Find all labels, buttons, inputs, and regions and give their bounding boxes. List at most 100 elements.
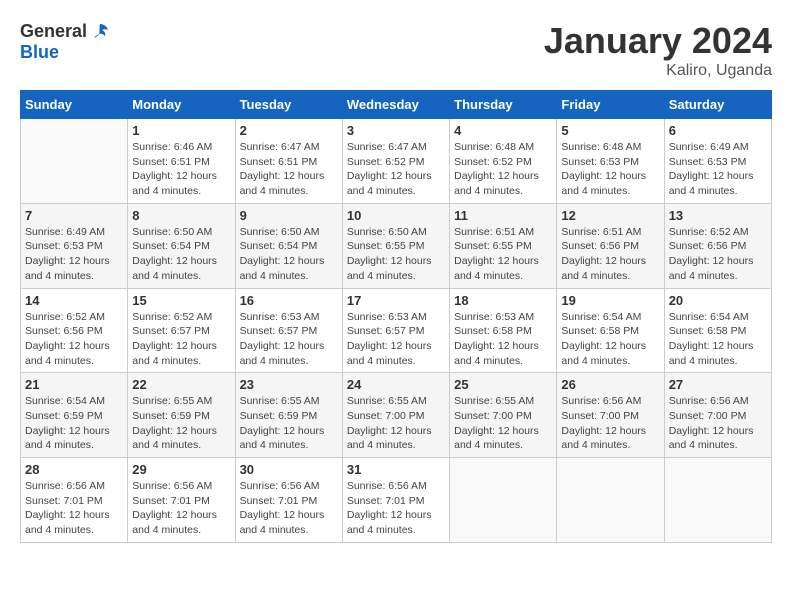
day-info: Sunrise: 6:52 AM Sunset: 6:57 PM Dayligh… bbox=[132, 310, 230, 369]
day-number: 11 bbox=[454, 208, 552, 223]
day-cell: 8Sunrise: 6:50 AM Sunset: 6:54 PM Daylig… bbox=[128, 203, 235, 288]
day-cell: 24Sunrise: 6:55 AM Sunset: 7:00 PM Dayli… bbox=[342, 373, 449, 458]
day-info: Sunrise: 6:47 AM Sunset: 6:51 PM Dayligh… bbox=[240, 140, 338, 199]
col-sunday: Sunday bbox=[21, 91, 128, 119]
day-info: Sunrise: 6:50 AM Sunset: 6:54 PM Dayligh… bbox=[240, 225, 338, 284]
day-info: Sunrise: 6:56 AM Sunset: 7:00 PM Dayligh… bbox=[561, 394, 659, 453]
logo-general: General bbox=[20, 21, 87, 42]
day-info: Sunrise: 6:54 AM Sunset: 6:58 PM Dayligh… bbox=[669, 310, 767, 369]
calendar-subtitle: Kaliro, Uganda bbox=[544, 62, 772, 80]
col-wednesday: Wednesday bbox=[342, 91, 449, 119]
day-cell: 28Sunrise: 6:56 AM Sunset: 7:01 PM Dayli… bbox=[21, 458, 128, 543]
day-cell: 2 Sunrise: 6:47 AM Sunset: 6:51 PM Daylig… bbox=[235, 119, 342, 204]
day-info: Sunrise: 6:56 AM Sunset: 7:01 PM Dayligh… bbox=[240, 479, 338, 538]
col-thursday: Thursday bbox=[450, 91, 557, 119]
day-cell: 25Sunrise: 6:55 AM Sunset: 7:00 PM Dayli… bbox=[450, 373, 557, 458]
day-cell: 14Sunrise: 6:52 AM Sunset: 6:56 PM Dayli… bbox=[21, 288, 128, 373]
day-number: 29 bbox=[132, 462, 230, 477]
day-number: 18 bbox=[454, 293, 552, 308]
day-number: 19 bbox=[561, 293, 659, 308]
day-cell: 11 Sunrise: 6:51 AM Sunset: 6:55 PM Dayli… bbox=[450, 203, 557, 288]
week-row-1: 1 Sunrise: 6:46 AM Sunset: 6:51 PM Daylig… bbox=[21, 119, 772, 204]
day-number: 14 bbox=[25, 293, 123, 308]
day-cell bbox=[557, 458, 664, 543]
day-info: Sunrise: 6:46 AM Sunset: 6:51 PM Dayligh… bbox=[132, 140, 230, 199]
day-number: 21 bbox=[25, 377, 123, 392]
day-number: 12 bbox=[561, 208, 659, 223]
day-cell: 31Sunrise: 6:56 AM Sunset: 7:01 PM Dayli… bbox=[342, 458, 449, 543]
day-info: Sunrise: 6:55 AM Sunset: 6:59 PM Dayligh… bbox=[132, 394, 230, 453]
day-number: 27 bbox=[669, 377, 767, 392]
day-cell: 18 Sunrise: 6:53 AM Sunset: 6:58 PM Dayli… bbox=[450, 288, 557, 373]
day-info: Sunrise: 6:55 AM Sunset: 6:59 PM Dayligh… bbox=[240, 394, 338, 453]
calendar-title: January 2024 bbox=[544, 20, 772, 62]
day-cell: 23 Sunrise: 6:55 AM Sunset: 6:59 PM Dayli… bbox=[235, 373, 342, 458]
day-cell: 26 Sunrise: 6:56 AM Sunset: 7:00 PM Dayli… bbox=[557, 373, 664, 458]
day-info: Sunrise: 6:53 AM Sunset: 6:58 PM Dayligh… bbox=[454, 310, 552, 369]
header-row: Sunday Monday Tuesday Wednesday Thursday… bbox=[21, 91, 772, 119]
day-number: 6 bbox=[669, 123, 767, 138]
day-cell: 9 Sunrise: 6:50 AM Sunset: 6:54 PM Daylig… bbox=[235, 203, 342, 288]
day-number: 20 bbox=[669, 293, 767, 308]
day-number: 13 bbox=[669, 208, 767, 223]
day-info: Sunrise: 6:47 AM Sunset: 6:52 PM Dayligh… bbox=[347, 140, 445, 199]
day-info: Sunrise: 6:51 AM Sunset: 6:55 PM Dayligh… bbox=[454, 225, 552, 284]
header: General Blue January 2024 Kaliro, Uganda bbox=[20, 20, 772, 80]
day-info: Sunrise: 6:54 AM Sunset: 6:59 PM Dayligh… bbox=[25, 394, 123, 453]
day-info: Sunrise: 6:50 AM Sunset: 6:54 PM Dayligh… bbox=[132, 225, 230, 284]
day-number: 23 bbox=[240, 377, 338, 392]
day-cell bbox=[21, 119, 128, 204]
day-cell: 7 Sunrise: 6:49 AM Sunset: 6:53 PM Daylig… bbox=[21, 203, 128, 288]
col-saturday: Saturday bbox=[664, 91, 771, 119]
day-info: Sunrise: 6:55 AM Sunset: 7:00 PM Dayligh… bbox=[454, 394, 552, 453]
day-cell: 3Sunrise: 6:47 AM Sunset: 6:52 PM Daylig… bbox=[342, 119, 449, 204]
day-cell: 19 Sunrise: 6:54 AM Sunset: 6:58 PM Dayli… bbox=[557, 288, 664, 373]
day-cell bbox=[664, 458, 771, 543]
week-row-4: 21 Sunrise: 6:54 AM Sunset: 6:59 PM Dayli… bbox=[21, 373, 772, 458]
day-info: Sunrise: 6:49 AM Sunset: 6:53 PM Dayligh… bbox=[25, 225, 123, 284]
day-info: Sunrise: 6:52 AM Sunset: 6:56 PM Dayligh… bbox=[669, 225, 767, 284]
day-cell: 13 Sunrise: 6:52 AM Sunset: 6:56 PM Dayli… bbox=[664, 203, 771, 288]
col-monday: Monday bbox=[128, 91, 235, 119]
day-info: Sunrise: 6:50 AM Sunset: 6:55 PM Dayligh… bbox=[347, 225, 445, 284]
logo-bird-icon bbox=[89, 20, 111, 42]
day-cell: 17Sunrise: 6:53 AM Sunset: 6:57 PM Dayli… bbox=[342, 288, 449, 373]
day-number: 9 bbox=[240, 208, 338, 223]
week-row-3: 14Sunrise: 6:52 AM Sunset: 6:56 PM Dayli… bbox=[21, 288, 772, 373]
day-number: 24 bbox=[347, 377, 445, 392]
day-info: Sunrise: 6:49 AM Sunset: 6:53 PM Dayligh… bbox=[669, 140, 767, 199]
day-info: Sunrise: 6:53 AM Sunset: 6:57 PM Dayligh… bbox=[240, 310, 338, 369]
day-cell: 4 Sunrise: 6:48 AM Sunset: 6:52 PM Daylig… bbox=[450, 119, 557, 204]
calendar-table: Sunday Monday Tuesday Wednesday Thursday… bbox=[20, 90, 772, 543]
day-number: 22 bbox=[132, 377, 230, 392]
col-friday: Friday bbox=[557, 91, 664, 119]
day-number: 4 bbox=[454, 123, 552, 138]
day-cell: 5 Sunrise: 6:48 AM Sunset: 6:53 PM Daylig… bbox=[557, 119, 664, 204]
day-number: 16 bbox=[240, 293, 338, 308]
week-row-2: 7 Sunrise: 6:49 AM Sunset: 6:53 PM Daylig… bbox=[21, 203, 772, 288]
logo-blue: Blue bbox=[20, 42, 59, 62]
day-number: 30 bbox=[240, 462, 338, 477]
day-cell: 20 Sunrise: 6:54 AM Sunset: 6:58 PM Dayli… bbox=[664, 288, 771, 373]
day-cell bbox=[450, 458, 557, 543]
logo: General Blue bbox=[20, 20, 113, 63]
day-cell: 6 Sunrise: 6:49 AM Sunset: 6:53 PM Daylig… bbox=[664, 119, 771, 204]
day-info: Sunrise: 6:48 AM Sunset: 6:52 PM Dayligh… bbox=[454, 140, 552, 199]
day-number: 2 bbox=[240, 123, 338, 138]
day-number: 15 bbox=[132, 293, 230, 308]
day-cell: 27 Sunrise: 6:56 AM Sunset: 7:00 PM Dayli… bbox=[664, 373, 771, 458]
day-number: 28 bbox=[25, 462, 123, 477]
day-number: 17 bbox=[347, 293, 445, 308]
day-number: 7 bbox=[25, 208, 123, 223]
day-number: 5 bbox=[561, 123, 659, 138]
day-cell: 30 Sunrise: 6:56 AM Sunset: 7:01 PM Dayli… bbox=[235, 458, 342, 543]
col-tuesday: Tuesday bbox=[235, 91, 342, 119]
day-number: 26 bbox=[561, 377, 659, 392]
day-info: Sunrise: 6:48 AM Sunset: 6:53 PM Dayligh… bbox=[561, 140, 659, 199]
day-cell: 21 Sunrise: 6:54 AM Sunset: 6:59 PM Dayli… bbox=[21, 373, 128, 458]
day-info: Sunrise: 6:51 AM Sunset: 6:56 PM Dayligh… bbox=[561, 225, 659, 284]
day-info: Sunrise: 6:56 AM Sunset: 7:00 PM Dayligh… bbox=[669, 394, 767, 453]
day-number: 1 bbox=[132, 123, 230, 138]
day-cell: 16 Sunrise: 6:53 AM Sunset: 6:57 PM Dayli… bbox=[235, 288, 342, 373]
day-info: Sunrise: 6:54 AM Sunset: 6:58 PM Dayligh… bbox=[561, 310, 659, 369]
